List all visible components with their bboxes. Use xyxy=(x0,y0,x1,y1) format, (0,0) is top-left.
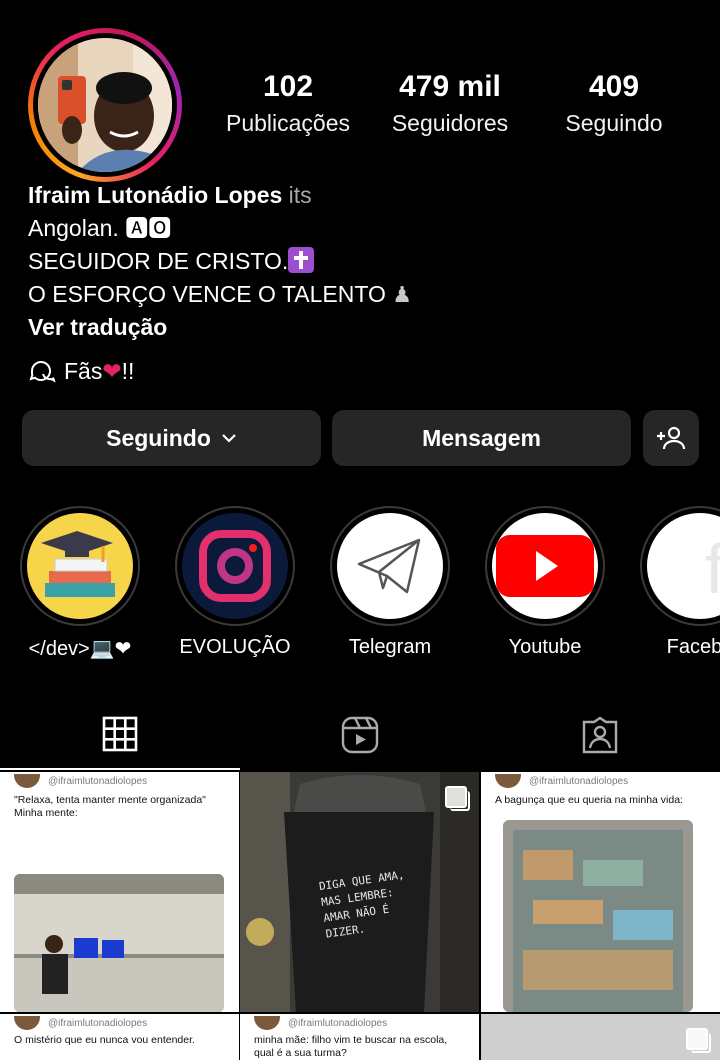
tab-reels[interactable] xyxy=(240,700,480,770)
youtube-logo-icon xyxy=(492,513,598,619)
grid-icon xyxy=(102,716,138,752)
channel-suffix: !! xyxy=(121,357,135,384)
cross-icon xyxy=(288,247,315,273)
chevron-down-icon xyxy=(222,434,236,443)
multiple-photos-icon xyxy=(686,1028,711,1053)
highlight-telegram[interactable]: Telegram xyxy=(330,506,450,659)
following-stat[interactable]: 409 Seguindo xyxy=(534,70,694,137)
post-image xyxy=(14,874,224,1012)
post-text: O mistério que eu nunca vou entender. xyxy=(14,1034,195,1046)
profile-stats: 102 Publicações 479 mil Seguidores 409 S… xyxy=(200,70,700,150)
profile-avatar xyxy=(38,38,172,172)
highlight-dev-label: </dev>💻❤ xyxy=(28,638,132,660)
post-text: minha mãe: filho vim te buscar na escola… xyxy=(254,1034,447,1060)
telegram-plane-icon xyxy=(337,513,443,619)
post-username: @ifraimlutonadiolopes xyxy=(529,775,629,787)
posts-grid: @ifraimlutonadiolopes "Relaxa, tenta man… xyxy=(0,772,720,1060)
broadcast-channel-link[interactable]: Fãs ❤ !! xyxy=(28,357,134,385)
post-tile[interactable]: @ifraimlutonadiolopes A bagunça que eu q… xyxy=(481,772,720,1012)
highlight-telegram-label: Telegram xyxy=(348,636,432,658)
following-label: Seguindo xyxy=(565,110,663,136)
tab-tagged[interactable] xyxy=(480,700,720,770)
posts-stat[interactable]: 102 Publicações xyxy=(208,70,368,137)
suggest-people-button[interactable] xyxy=(643,410,699,466)
post-text: "Relaxa, tenta manter mente organizada" … xyxy=(14,794,206,820)
highlight-youtube-label: Youtube xyxy=(508,636,582,658)
profile-bio: Ifraim Lutonádio Lopes its Angolan. 🅰🅾 S… xyxy=(28,179,708,344)
post-tile[interactable]: @ifraimlutonadiolopes O mistério que eu … xyxy=(0,1014,239,1060)
facebook-logo-icon: f xyxy=(647,513,720,619)
bio-line-4: O ESFORÇO VENCE O TALENTO xyxy=(28,281,386,307)
multiple-photos-icon xyxy=(686,786,711,811)
post-text-line: "Relaxa, tenta manter mente organizada" xyxy=(14,794,206,806)
followers-label: Seguidores xyxy=(391,110,509,136)
post-tile[interactable]: @ifraimlutonadiolopes "Relaxa, tenta man… xyxy=(0,772,239,1012)
post-username: @ifraimlutonadiolopes xyxy=(48,775,148,787)
reels-icon xyxy=(341,716,379,754)
post-username: @ifraimlutonadiolopes xyxy=(288,1017,388,1029)
avatar xyxy=(254,1016,280,1030)
chat-bubbles-icon xyxy=(29,361,56,383)
following-count: 409 xyxy=(588,70,640,103)
post-text-line: Minha mente: xyxy=(14,807,78,819)
profile-tabs xyxy=(0,700,720,770)
posts-label: Publicações xyxy=(225,110,351,136)
posts-count: 102 xyxy=(262,70,314,103)
following-button-label: Seguindo xyxy=(106,424,211,451)
highlight-facebook-label: Facebo xyxy=(666,636,720,658)
post-tile[interactable]: DIGA QUE AMA, MAS LEMBRE: AMAR NÃO É DIZ… xyxy=(240,772,479,1012)
highlight-facebook[interactable]: f Facebo xyxy=(640,506,720,659)
svg-text:f: f xyxy=(705,530,720,608)
bio-line-2: Angolan. 🅰🅾 xyxy=(28,215,172,241)
highlight-youtube[interactable]: Youtube xyxy=(485,506,605,659)
profile-avatar-ring[interactable] xyxy=(28,28,182,182)
tab-posts-grid[interactable] xyxy=(0,700,240,770)
bio-suffix: its xyxy=(288,182,312,208)
multiple-photos-icon xyxy=(445,786,470,811)
following-button[interactable]: Seguindo xyxy=(22,410,321,466)
avatar xyxy=(14,1016,40,1030)
followers-stat[interactable]: 479 mil Seguidores xyxy=(370,70,530,137)
post-tile[interactable]: @ifraimlutonadiolopes minha mãe: filho v… xyxy=(240,1014,479,1060)
chess-pawn-icon: ♟ xyxy=(392,282,412,307)
bio-line-3: SEGUIDOR DE CRISTO. xyxy=(28,248,289,274)
tagged-person-icon xyxy=(582,716,618,754)
post-image xyxy=(503,820,693,1012)
post-tile[interactable] xyxy=(481,1014,720,1060)
post-username: @ifraimlutonadiolopes xyxy=(48,1017,148,1029)
post-text-line: qual é a sua turma? xyxy=(254,1047,347,1059)
highlight-evolucao-label: EVOLUÇÃO xyxy=(179,636,291,658)
heart-icon: ❤ xyxy=(102,357,122,384)
message-button[interactable]: Mensagem xyxy=(332,410,631,466)
highlight-dev[interactable]: </dev>💻❤ xyxy=(20,506,140,661)
avatar xyxy=(495,774,521,788)
message-button-label: Mensagem xyxy=(422,424,541,451)
followers-count: 479 mil xyxy=(399,70,501,103)
post-text-line: minha mãe: filho vim te buscar na escola… xyxy=(254,1034,448,1046)
channel-label: Fãs xyxy=(64,357,103,384)
highlight-evolucao[interactable]: EVOLUÇÃO xyxy=(175,506,295,659)
translate-link[interactable]: Ver tradução xyxy=(28,311,708,344)
add-person-icon xyxy=(657,426,686,450)
post-text: A bagunça que eu queria na minha vida: xyxy=(495,794,683,806)
avatar xyxy=(14,774,40,788)
instagram-logo-icon xyxy=(182,513,288,619)
profile-name: Ifraim Lutonádio Lopes xyxy=(28,182,283,208)
graduation-books-icon xyxy=(27,513,133,619)
